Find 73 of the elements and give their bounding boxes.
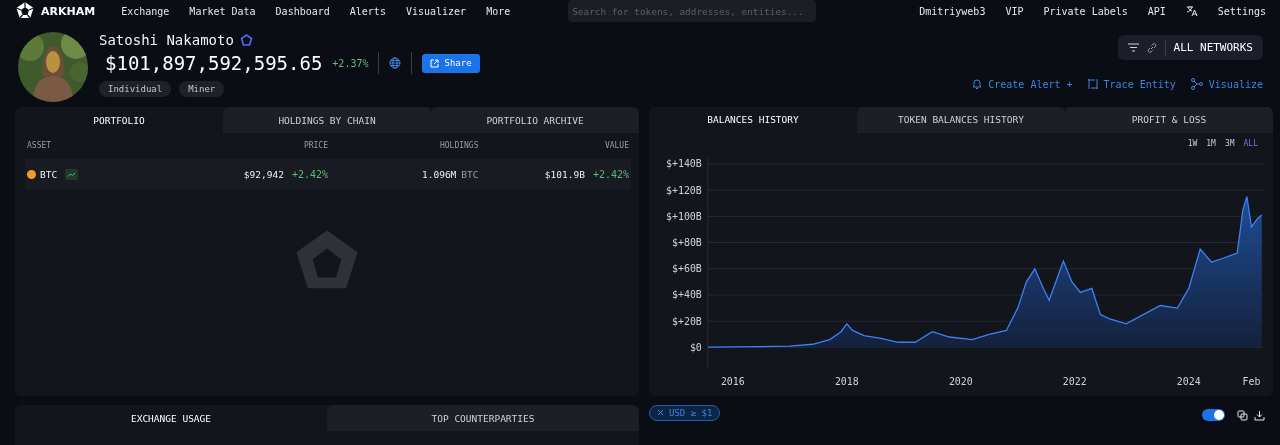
y-axis-label: $+140B bbox=[666, 158, 702, 170]
close-icon bbox=[657, 409, 664, 416]
filter-chip[interactable]: USD ≥ $1 bbox=[649, 405, 721, 421]
entity-tag[interactable]: Miner bbox=[179, 81, 225, 98]
trend-icon bbox=[65, 168, 79, 180]
range-option[interactable]: 1M bbox=[1206, 138, 1216, 153]
price-change: +2.42% bbox=[291, 168, 328, 180]
y-axis-label: $+60B bbox=[672, 263, 702, 274]
range-option[interactable]: 1W bbox=[1187, 138, 1198, 153]
action-link[interactable]: Create Alert + bbox=[971, 78, 1073, 91]
external-link-icon bbox=[430, 58, 440, 68]
nav-link[interactable]: Private Labels bbox=[1043, 5, 1128, 17]
network-filter[interactable]: ALL NETWORKS bbox=[1117, 35, 1263, 61]
entity-tag[interactable]: Individual bbox=[99, 81, 172, 98]
download-icon[interactable] bbox=[1254, 409, 1265, 421]
copy-icon[interactable] bbox=[1237, 409, 1248, 421]
holdings-unit: BTC bbox=[461, 168, 479, 180]
nav-link[interactable]: More bbox=[486, 5, 511, 17]
y-axis-label: $+20B bbox=[672, 315, 702, 327]
y-axis-label: $+40B bbox=[672, 289, 702, 301]
x-axis-label: 2016 bbox=[720, 376, 745, 388]
bell-icon bbox=[971, 78, 984, 91]
balance-change: +2.37% bbox=[332, 57, 369, 69]
action-link[interactable]: Visualize bbox=[1189, 78, 1263, 91]
x-axis-label: Feb bbox=[1242, 376, 1261, 388]
y-axis-label: $+100B bbox=[666, 210, 702, 222]
toggle-switch[interactable] bbox=[1202, 409, 1225, 421]
tab[interactable]: TOP COUNTERPARTIES bbox=[327, 405, 639, 431]
column-header: VALUE bbox=[604, 141, 629, 152]
brand-name: ARKHAM bbox=[41, 4, 96, 18]
coin-icon bbox=[27, 169, 36, 179]
tab[interactable]: PROFIT & LOSS bbox=[1065, 107, 1273, 133]
tab[interactable]: PORTFOLIO ARCHIVE bbox=[431, 107, 639, 133]
translate-icon[interactable] bbox=[1185, 5, 1198, 18]
column-header: PRICE bbox=[303, 141, 328, 152]
y-axis-label: $+120B bbox=[666, 184, 702, 196]
nav-link[interactable]: VIP bbox=[1005, 5, 1024, 17]
column-header: HOLDINGS bbox=[439, 141, 479, 152]
x-axis-label: 2020 bbox=[948, 376, 973, 388]
asset-row[interactable]: BTC $92,942 +2.42% 1.096M BTC $101.9B +2.42% bbox=[25, 159, 631, 189]
entity-name: Satoshi Nakamoto bbox=[99, 32, 234, 49]
price: $92,942 bbox=[243, 168, 284, 180]
share-button[interactable]: Share bbox=[422, 53, 480, 73]
x-axis-label: 2022 bbox=[1062, 376, 1087, 388]
filter-icon bbox=[1127, 43, 1139, 53]
x-axis-label: 2018 bbox=[834, 376, 859, 388]
search-field[interactable]: Search for tokens, addresses, entities... bbox=[568, 0, 817, 23]
link-icon bbox=[1146, 42, 1157, 53]
column-header: ASSET bbox=[27, 141, 52, 152]
tab[interactable]: HOLDINGS BY CHAIN bbox=[223, 107, 431, 133]
y-axis-label: $+80B bbox=[672, 236, 702, 248]
y-axis-label: $0 bbox=[689, 341, 702, 353]
action-link[interactable]: Trace Entity bbox=[1086, 78, 1176, 91]
trace-icon bbox=[1086, 78, 1099, 91]
range-option[interactable]: 3M bbox=[1224, 138, 1235, 153]
range-option[interactable]: ALL bbox=[1243, 138, 1258, 153]
nav-link[interactable]: Dashboard bbox=[275, 5, 330, 17]
graph-nodes-icon bbox=[1189, 78, 1204, 91]
nav-link[interactable]: Alerts bbox=[349, 5, 386, 17]
nav-link[interactable]: Dmitriyweb3 bbox=[919, 5, 986, 17]
nav-link[interactable]: Visualizer bbox=[405, 5, 467, 17]
value: $101.9B bbox=[544, 168, 585, 180]
total-balance: $101,897,592,595.65 bbox=[105, 52, 323, 75]
tab[interactable]: TOKEN BALANCES HISTORY bbox=[857, 107, 1065, 133]
value-change: +2.42% bbox=[592, 168, 629, 180]
asset-symbol: BTC bbox=[40, 168, 58, 180]
holdings-amount: 1.096M bbox=[422, 168, 457, 180]
nav-link[interactable]: Market Data bbox=[189, 5, 256, 17]
x-axis-label: 2024 bbox=[1176, 376, 1201, 388]
settings-link[interactable]: Settings bbox=[1217, 5, 1266, 17]
globe-icon[interactable] bbox=[389, 57, 402, 70]
nav-link[interactable]: API bbox=[1147, 5, 1166, 17]
nav-link[interactable]: Exchange bbox=[121, 5, 170, 17]
